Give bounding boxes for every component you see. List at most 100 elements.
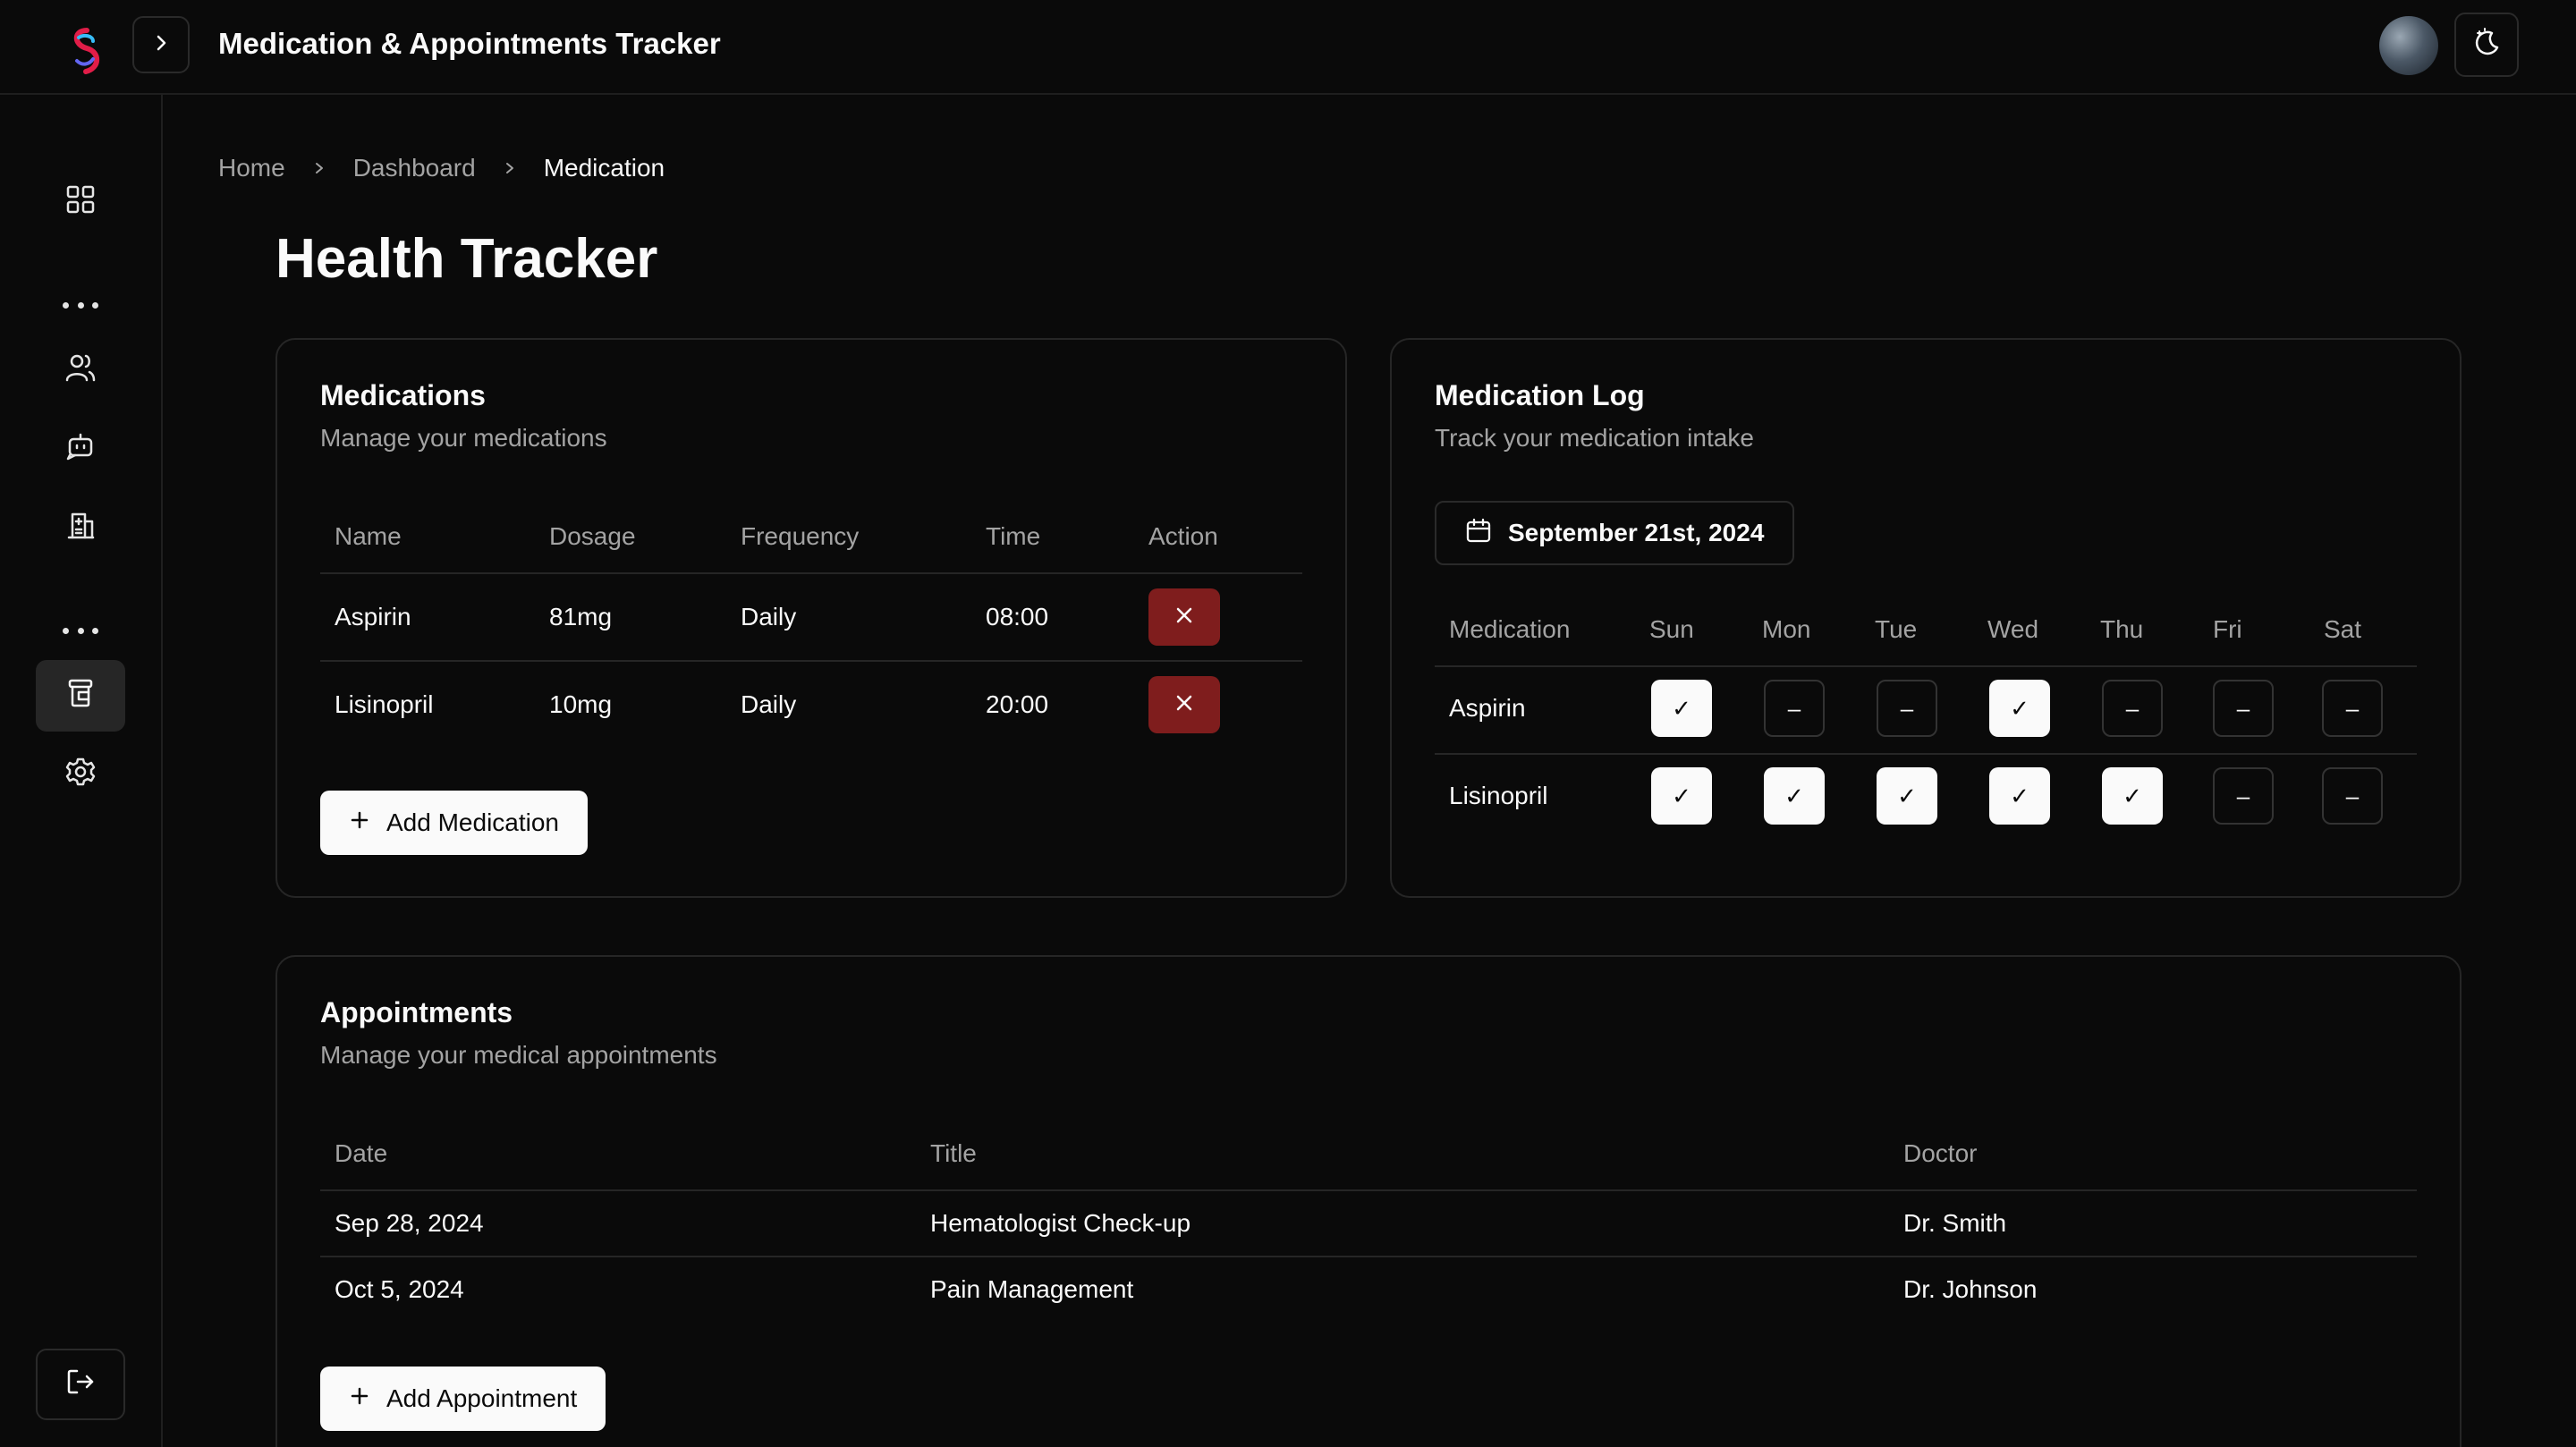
medication-log-card: Medication Log Track your medication int… [1390, 338, 2462, 898]
medication-name: Lisinopril [335, 690, 434, 718]
medication-log-description: Track your medication intake [1435, 424, 1754, 452]
add-medication-button[interactable]: Add Medication [320, 791, 589, 855]
not-taken-checkbox[interactable]: – [2322, 767, 2383, 825]
medication-frequency: Daily [741, 690, 797, 718]
logout-icon [65, 1367, 96, 1403]
column-header: Medication [1449, 615, 1571, 643]
medication-frequency: Daily [741, 603, 797, 630]
appointments-description: Manage your medical appointments [320, 1041, 717, 1069]
breadcrumb-dashboard-link[interactable]: Dashboard [353, 154, 476, 182]
divider [320, 660, 1302, 662]
top-header: Medication & Appointments Tracker [0, 0, 2576, 95]
add-appointment-label: Add Appointment [386, 1384, 578, 1412]
medication-time: 20:00 [986, 690, 1049, 718]
sidebar-more-icon[interactable] [63, 299, 98, 311]
sidebar [0, 95, 163, 1447]
moon-icon [2470, 26, 2503, 64]
add-medication-label: Add Medication [386, 808, 560, 836]
column-header: Action [1148, 522, 1218, 550]
medication-name: Aspirin [335, 603, 411, 630]
medications-card: Medications Manage your medications Name… [275, 338, 1347, 898]
column-header: Date [335, 1139, 388, 1167]
chevron-right-icon [312, 161, 326, 175]
taken-checkbox[interactable]: ✓ [1764, 767, 1825, 825]
sidebar-item-settings[interactable] [36, 739, 125, 810]
taken-checkbox[interactable]: ✓ [1651, 767, 1712, 825]
column-header: Title [930, 1139, 977, 1167]
taken-checkbox[interactable]: ✓ [1877, 767, 1937, 825]
log-medication-name: Lisinopril [1449, 782, 1548, 809]
logout-button[interactable] [36, 1349, 125, 1420]
sidebar-item-assistant[interactable] [36, 413, 125, 485]
column-header: Frequency [741, 522, 860, 550]
appointment-title: Pain Management [930, 1275, 1134, 1303]
log-medication-name: Aspirin [1449, 694, 1526, 722]
sidebar-item-hospital[interactable] [36, 492, 125, 563]
users-icon [64, 352, 97, 389]
column-header: Wed [1987, 615, 2039, 643]
theme-toggle-button[interactable] [2454, 13, 2519, 77]
delete-medication-button[interactable] [1148, 676, 1220, 733]
column-header: Tue [1875, 615, 1918, 643]
medication-dosage: 81mg [549, 603, 613, 630]
medication-time: 08:00 [986, 603, 1049, 630]
bot-icon [65, 431, 96, 468]
taken-checkbox[interactable]: ✓ [1989, 680, 2050, 737]
date-picker-button[interactable]: September 21st, 2024 [1435, 501, 1795, 565]
logo-icon[interactable] [63, 25, 111, 77]
medications-description: Manage your medications [320, 424, 607, 452]
calendar-icon [1465, 517, 1492, 550]
divider [320, 1256, 2417, 1257]
medication-log-title: Medication Log [1435, 379, 1645, 411]
plus-icon [349, 808, 370, 837]
not-taken-checkbox[interactable]: – [2213, 680, 2274, 737]
pill-bottle-icon [65, 678, 96, 715]
column-header: Dosage [549, 522, 636, 550]
column-header: Thu [2100, 615, 2144, 643]
column-header: Doctor [1903, 1139, 1978, 1167]
breadcrumb: Home Dashboard Medication [218, 154, 665, 182]
sidebar-more-icon[interactable] [63, 624, 98, 637]
delete-medication-button[interactable] [1148, 588, 1220, 646]
appointment-title: Hematologist Check-up [930, 1209, 1191, 1237]
taken-checkbox[interactable]: ✓ [2102, 767, 2163, 825]
grid-icon [65, 184, 96, 221]
gear-icon [65, 757, 96, 793]
selected-date: September 21st, 2024 [1508, 519, 1765, 546]
divider [1435, 665, 2417, 667]
hospital-icon [65, 510, 96, 546]
chevron-right-icon [503, 161, 517, 175]
app-title: Medication & Appointments Tracker [218, 27, 721, 60]
column-header: Mon [1762, 615, 1811, 643]
appointment-doctor: Dr. Johnson [1903, 1275, 2038, 1303]
sidebar-item-dashboard[interactable] [36, 166, 125, 238]
not-taken-checkbox[interactable]: – [2322, 680, 2383, 737]
divider [320, 1189, 2417, 1191]
taken-checkbox[interactable]: ✓ [1989, 767, 2050, 825]
x-icon [1174, 603, 1194, 631]
breadcrumb-current: Medication [543, 154, 665, 182]
sidebar-item-medication[interactable] [36, 660, 125, 732]
not-taken-checkbox[interactable]: – [1877, 680, 1937, 737]
sidebar-toggle-button[interactable] [132, 16, 190, 73]
not-taken-checkbox[interactable]: – [2213, 767, 2274, 825]
sidebar-item-users[interactable] [36, 334, 125, 406]
add-appointment-button[interactable]: Add Appointment [320, 1367, 606, 1431]
medications-title: Medications [320, 379, 486, 411]
x-icon [1174, 690, 1194, 719]
plus-icon [349, 1384, 370, 1413]
column-header: Time [986, 522, 1041, 550]
column-header: Sat [2324, 615, 2362, 643]
not-taken-checkbox[interactable]: – [1764, 680, 1825, 737]
not-taken-checkbox[interactable]: – [2102, 680, 2163, 737]
divider [320, 572, 1302, 574]
appointment-doctor: Dr. Smith [1903, 1209, 2007, 1237]
column-header: Name [335, 522, 402, 550]
breadcrumb-home-link[interactable]: Home [218, 154, 285, 182]
avatar[interactable] [2379, 16, 2438, 75]
chevron-right-icon [151, 30, 171, 59]
appointments-card: Appointments Manage your medical appoint… [275, 955, 2462, 1447]
appointments-title: Appointments [320, 996, 513, 1028]
taken-checkbox[interactable]: ✓ [1651, 680, 1712, 737]
column-header: Sun [1649, 615, 1694, 643]
